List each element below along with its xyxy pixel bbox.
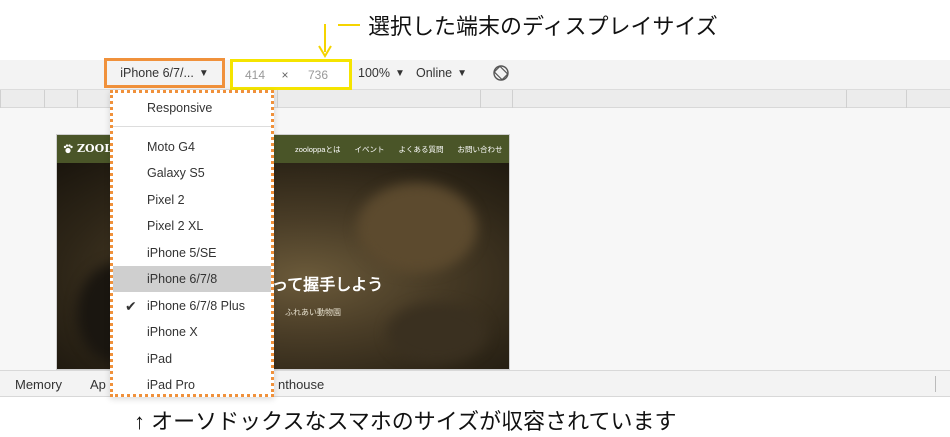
ruler-segment [277, 90, 278, 108]
hero-title: って握手しよう [272, 277, 384, 294]
tab-application[interactable]: Ap [90, 377, 106, 392]
ruler-segment [512, 90, 513, 108]
ruler-segment [846, 90, 847, 108]
ruler-segment [0, 90, 14, 108]
devtools-screenshot: 選択した端末のディスプレイサイズ iPhone 6/7/... ▼ 414 × … [0, 0, 950, 437]
menu-item-label: Responsive [147, 101, 213, 115]
ruler-segment [44, 90, 45, 108]
annotation-top: 選択した端末のディスプレイサイズ [338, 10, 718, 40]
ruler-segment [77, 90, 78, 108]
menu-item-label: Moto G4 [147, 140, 195, 154]
dimensions-group: 414 × 736 [230, 59, 352, 90]
ruler-segment [906, 90, 907, 108]
width-input[interactable]: 414 [233, 68, 277, 82]
site-nav-item[interactable]: zooloppaとは [295, 144, 340, 155]
zoom-select[interactable]: 100% ▼ [358, 66, 405, 80]
checkmark-icon: ✔ [125, 298, 137, 314]
hero-subtitle: ふれあい動物園 [285, 308, 341, 317]
device-select-label: iPhone 6/7/... [120, 66, 194, 80]
site-nav-item[interactable]: よくある質問 [398, 144, 443, 155]
menu-divider [113, 126, 271, 127]
menu-item-label: iPad [147, 352, 173, 366]
tab-separator [935, 376, 936, 392]
menu-item-ipad-pro[interactable]: iPad Pro [113, 372, 271, 398]
menu-item-label: Pixel 2 [147, 193, 185, 207]
height-input[interactable]: 736 [293, 68, 343, 82]
caret-down-icon: ▼ [457, 67, 468, 79]
zoom-label: 100% [358, 66, 390, 80]
menu-item-label: iPhone X [147, 325, 198, 339]
menu-item-label: Pixel 2 XL [147, 219, 204, 233]
hero-texture [357, 183, 477, 273]
annotation-dash [338, 24, 360, 26]
caret-down-icon: ▼ [198, 67, 209, 79]
device-select-button[interactable]: iPhone 6/7/... ▼ [104, 58, 225, 88]
throttle-label: Online [416, 66, 453, 80]
menu-item-label: iPhone 5/SE [147, 246, 217, 260]
site-nav: zooloppaとは イベント よくある質問 お問い合わせ [295, 144, 502, 155]
times-sign: × [281, 67, 289, 82]
menu-item-iphone-6-7-8[interactable]: iPhone 6/7/8 [113, 266, 271, 292]
hero-texture [387, 303, 487, 363]
annotation-arrow-icon [318, 24, 332, 58]
device-dropdown-menu: Responsive Moto G4 Galaxy S5 Pixel 2 Pix… [110, 90, 274, 397]
menu-item-moto-g4[interactable]: Moto G4 [113, 134, 271, 160]
menu-item-iphone-6-7-8-plus[interactable]: ✔ iPhone 6/7/8 Plus [113, 293, 271, 319]
caret-down-icon: ▼ [394, 67, 405, 79]
menu-item-pixel-2[interactable]: Pixel 2 [113, 187, 271, 213]
menu-item-iphone-x[interactable]: iPhone X [113, 319, 271, 345]
menu-item-iphone-5-se[interactable]: iPhone 5/SE [113, 240, 271, 266]
ruler-segment [480, 90, 481, 108]
menu-item-ipad[interactable]: iPad [113, 346, 271, 372]
rotate-icon[interactable] [492, 64, 510, 82]
menu-item-responsive[interactable]: Responsive [113, 95, 271, 121]
annotation-top-text: 選択した端末のディスプレイサイズ [368, 14, 718, 39]
menu-item-label: iPad Pro [147, 378, 195, 392]
paw-icon [63, 143, 73, 153]
menu-item-label: iPhone 6/7/8 [147, 272, 218, 286]
menu-item-galaxy-s5[interactable]: Galaxy S5 [113, 160, 271, 186]
tab-lighthouse[interactable]: nthouse [278, 377, 324, 392]
throttle-select[interactable]: Online ▼ [416, 66, 467, 80]
site-nav-item[interactable]: お問い合わせ [457, 144, 502, 155]
menu-item-label: Galaxy S5 [147, 166, 205, 180]
tab-memory[interactable]: Memory [15, 377, 62, 392]
annotation-bottom-text: ↑ オーソドックスなスマホのサイズが収容されています [134, 409, 677, 434]
menu-item-pixel-2-xl[interactable]: Pixel 2 XL [113, 213, 271, 239]
site-nav-item[interactable]: イベント [354, 144, 384, 155]
menu-item-label: iPhone 6/7/8 Plus [147, 299, 245, 313]
